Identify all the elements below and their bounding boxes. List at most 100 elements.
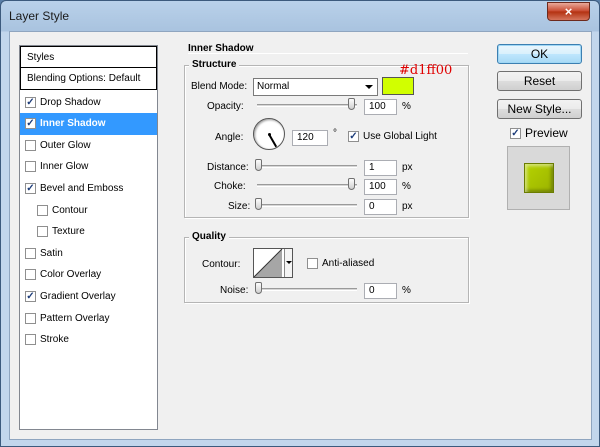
checkbox-icon[interactable] (37, 226, 48, 238)
close-button[interactable]: × (547, 2, 590, 21)
style-item-bevel-and-emboss[interactable]: ✓ Bevel and Emboss (20, 177, 157, 199)
style-item-label: Bevel and Emboss (40, 182, 124, 194)
preview-thumbnail (507, 146, 570, 210)
checkbox-icon[interactable] (25, 334, 36, 346)
choke-input[interactable]: 100 (364, 179, 397, 195)
choke-unit: % (402, 181, 411, 192)
style-item-label: Inner Shadow (40, 118, 106, 130)
checkbox-icon[interactable] (25, 269, 36, 281)
layer-style-dialog: Layer Style × Styles Blending Options: D… (0, 0, 600, 447)
use-global-light-label: Use Global Light (363, 131, 437, 142)
checkbox-icon: ✓ (510, 127, 521, 139)
style-item-gradient-overlay[interactable]: ✓ Gradient Overlay (20, 285, 157, 307)
opacity-input[interactable]: 100 (364, 99, 397, 115)
blend-mode-label: Blend Mode: (191, 81, 248, 92)
reset-button[interactable]: Reset (497, 71, 582, 91)
styles-header[interactable]: Styles (20, 46, 157, 68)
opacity-slider-track[interactable] (257, 104, 357, 107)
opacity-unit: % (402, 101, 411, 112)
use-global-light-checkbox[interactable]: ✓ Use Global Light (348, 131, 437, 142)
noise-label: Noise: (220, 285, 249, 296)
checkbox-icon: ✓ (348, 131, 359, 142)
angle-label: Angle: (215, 132, 244, 143)
chevron-down-icon (286, 261, 292, 264)
style-item-label: Color Overlay (40, 269, 102, 281)
blend-mode-value: Normal (257, 81, 290, 92)
ok-button[interactable]: OK (497, 44, 582, 64)
opacity-label: Opacity: (207, 101, 244, 112)
noise-slider-thumb[interactable] (255, 282, 262, 294)
noise-input[interactable]: 0 (364, 283, 397, 299)
style-item-texture[interactable]: Texture (20, 221, 157, 243)
style-item-outer-glow[interactable]: Outer Glow (20, 134, 157, 156)
contour-label: Contour: (202, 259, 241, 270)
checkbox-icon (307, 258, 318, 269)
opacity-slider-thumb[interactable] (348, 98, 355, 110)
checkbox-icon[interactable] (25, 161, 36, 173)
style-item-satin[interactable]: Satin (20, 242, 157, 264)
shadow-color-swatch[interactable] (382, 77, 414, 95)
style-item-pattern-overlay[interactable]: Pattern Overlay (20, 307, 157, 329)
style-item-label: Outer Glow (40, 139, 91, 151)
title-bar[interactable]: Layer Style × (1, 1, 599, 31)
contour-picker[interactable] (253, 248, 293, 278)
style-item-drop-shadow[interactable]: ✓ Drop Shadow (20, 91, 157, 113)
style-item-color-overlay[interactable]: Color Overlay (20, 264, 157, 286)
style-item-label: Gradient Overlay (40, 290, 116, 302)
angle-dial[interactable] (253, 118, 285, 150)
angle-unit: ° (333, 128, 337, 139)
anti-aliased-checkbox[interactable]: Anti-aliased (307, 258, 374, 269)
distance-unit: px (402, 162, 413, 173)
styles-list: Styles Blending Options: Default ✓ Drop S… (19, 45, 158, 430)
size-slider-thumb[interactable] (255, 198, 262, 210)
contour-curve-icon (254, 249, 283, 277)
style-item-label: Pattern Overlay (40, 312, 110, 324)
checkbox-icon[interactable] (37, 204, 48, 216)
style-item-label: Drop Shadow (40, 96, 101, 108)
distance-slider-track[interactable] (257, 165, 357, 168)
angle-dial-needle (268, 134, 277, 148)
quality-label: Quality (189, 231, 229, 242)
style-item-contour[interactable]: Contour (20, 199, 157, 221)
color-hex-annotation: #d1ff00 (399, 63, 453, 78)
checkbox-icon[interactable] (25, 139, 36, 151)
size-input[interactable]: 0 (364, 199, 397, 215)
preview-label: Preview (525, 126, 568, 140)
style-item-label: Stroke (40, 334, 69, 346)
style-item-label: Texture (52, 226, 85, 238)
window-title: Layer Style (9, 9, 70, 23)
contour-dropdown[interactable] (284, 249, 292, 277)
anti-aliased-label: Anti-aliased (322, 258, 375, 269)
style-item-label: Contour (52, 204, 88, 216)
size-unit: px (402, 201, 413, 212)
checkbox-icon[interactable] (25, 247, 36, 259)
angle-dial-center (268, 133, 271, 136)
style-item-label: Satin (40, 247, 63, 259)
blend-mode-select[interactable]: Normal (253, 78, 378, 96)
chevron-down-icon (365, 85, 373, 89)
noise-unit: % (402, 285, 411, 296)
angle-input[interactable]: 120 (292, 130, 328, 146)
size-label: Size: (228, 201, 251, 212)
size-slider-track[interactable] (257, 204, 357, 207)
noise-slider-track[interactable] (257, 288, 357, 291)
blending-options-item[interactable]: Blending Options: Default (20, 68, 157, 90)
distance-slider-thumb[interactable] (255, 159, 262, 171)
checkbox-icon[interactable]: ✓ (25, 118, 36, 130)
choke-label: Choke: (214, 181, 246, 192)
style-item-inner-shadow[interactable]: ✓ Inner Shadow (20, 112, 157, 135)
checkbox-icon[interactable] (25, 312, 36, 324)
choke-slider-track[interactable] (257, 184, 357, 187)
style-item-stroke[interactable]: Stroke (20, 329, 157, 351)
choke-slider-thumb[interactable] (348, 178, 355, 190)
preview-checkbox[interactable]: ✓ Preview (510, 126, 568, 140)
checkbox-icon[interactable]: ✓ (25, 290, 36, 302)
panel-title-divider (188, 53, 468, 54)
style-item-inner-glow[interactable]: Inner Glow (20, 156, 157, 178)
distance-input[interactable]: 1 (364, 160, 397, 176)
checkbox-icon[interactable]: ✓ (25, 96, 36, 108)
checkbox-icon[interactable]: ✓ (25, 182, 36, 194)
distance-label: Distance: (207, 162, 249, 173)
new-style-button[interactable]: New Style... (497, 99, 582, 119)
style-item-label: Inner Glow (40, 161, 89, 173)
